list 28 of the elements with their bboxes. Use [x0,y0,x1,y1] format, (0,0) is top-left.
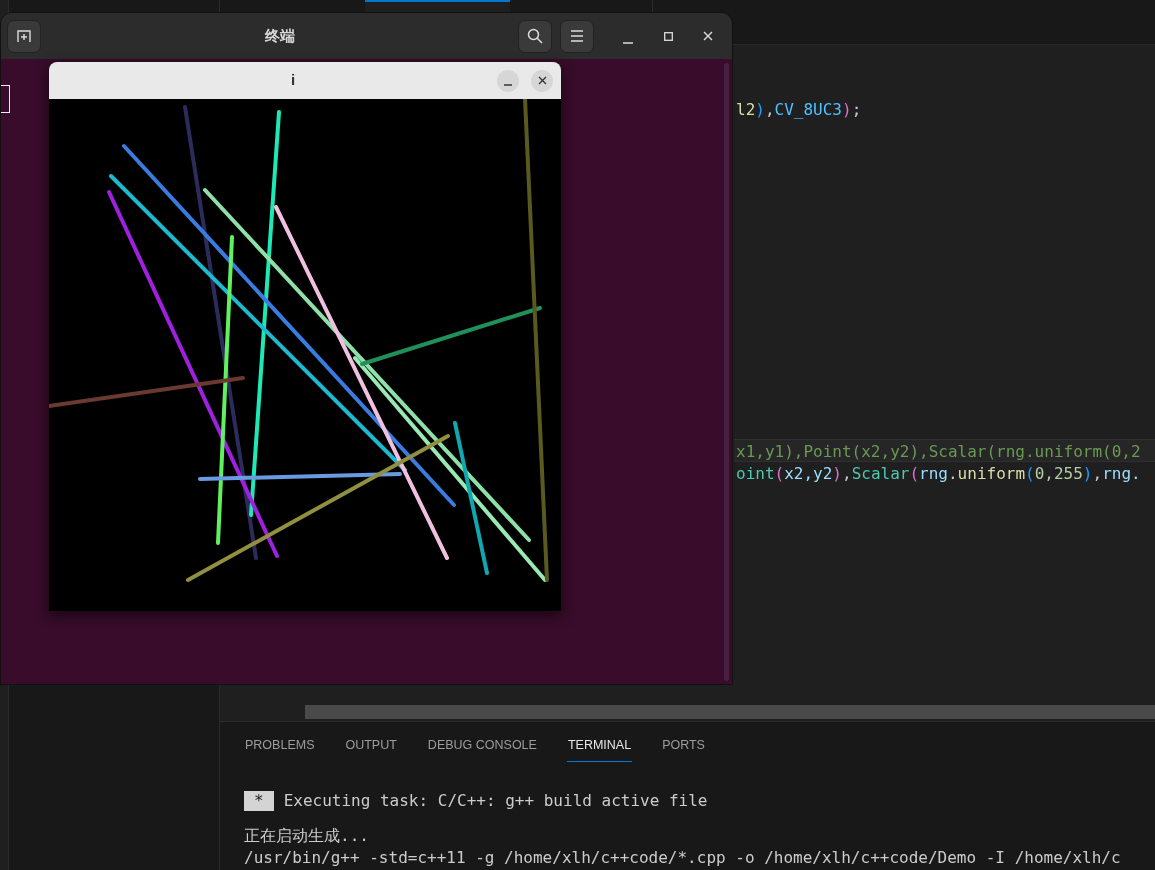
terminal-line: /usr/bin/g++ -std=c++11 -g /home/xlh/c++code/*.cpp -o /home/xlh/c++code/Demo -I /home/xlh/c [244,846,1122,869]
menu-button[interactable] [560,19,594,53]
scrollbar-thumb[interactable] [305,705,1155,719]
task-marker: * [244,790,274,811]
code-line: oint(x2,y2),Scalar(rng.uniform(0,255),rng. [735,463,1142,485]
panel-tab[interactable]: DEBUG CONSOLE [426,734,538,762]
minimize-button[interactable] [497,69,519,92]
terminal-cursor [1,85,10,113]
panel-tab[interactable]: TERMINAL [566,734,633,762]
search-icon [527,28,543,44]
terminal-line: 正在启动生成... [244,824,370,847]
new-tab-button[interactable] [7,19,41,53]
window-title: 终端 [263,25,296,47]
panel-tab[interactable]: PORTS [661,734,706,762]
maximize-icon [663,31,673,41]
minimize-icon [504,83,512,86]
code-line: l2),CV_8UC3); [735,99,863,121]
panel-tab[interactable]: PROBLEMS [244,734,316,762]
minimize-icon [623,42,633,44]
new-tab-icon [16,29,32,43]
close-button[interactable] [531,69,553,92]
task-message: Executing task: C/C++: g++ build active file [283,789,708,812]
close-icon [703,31,713,41]
window-title: i [289,70,297,91]
panel-tab[interactable]: OUTPUT [344,734,398,762]
search-button[interactable] [518,19,552,53]
menu-icon [570,30,584,42]
close-icon [537,76,547,85]
